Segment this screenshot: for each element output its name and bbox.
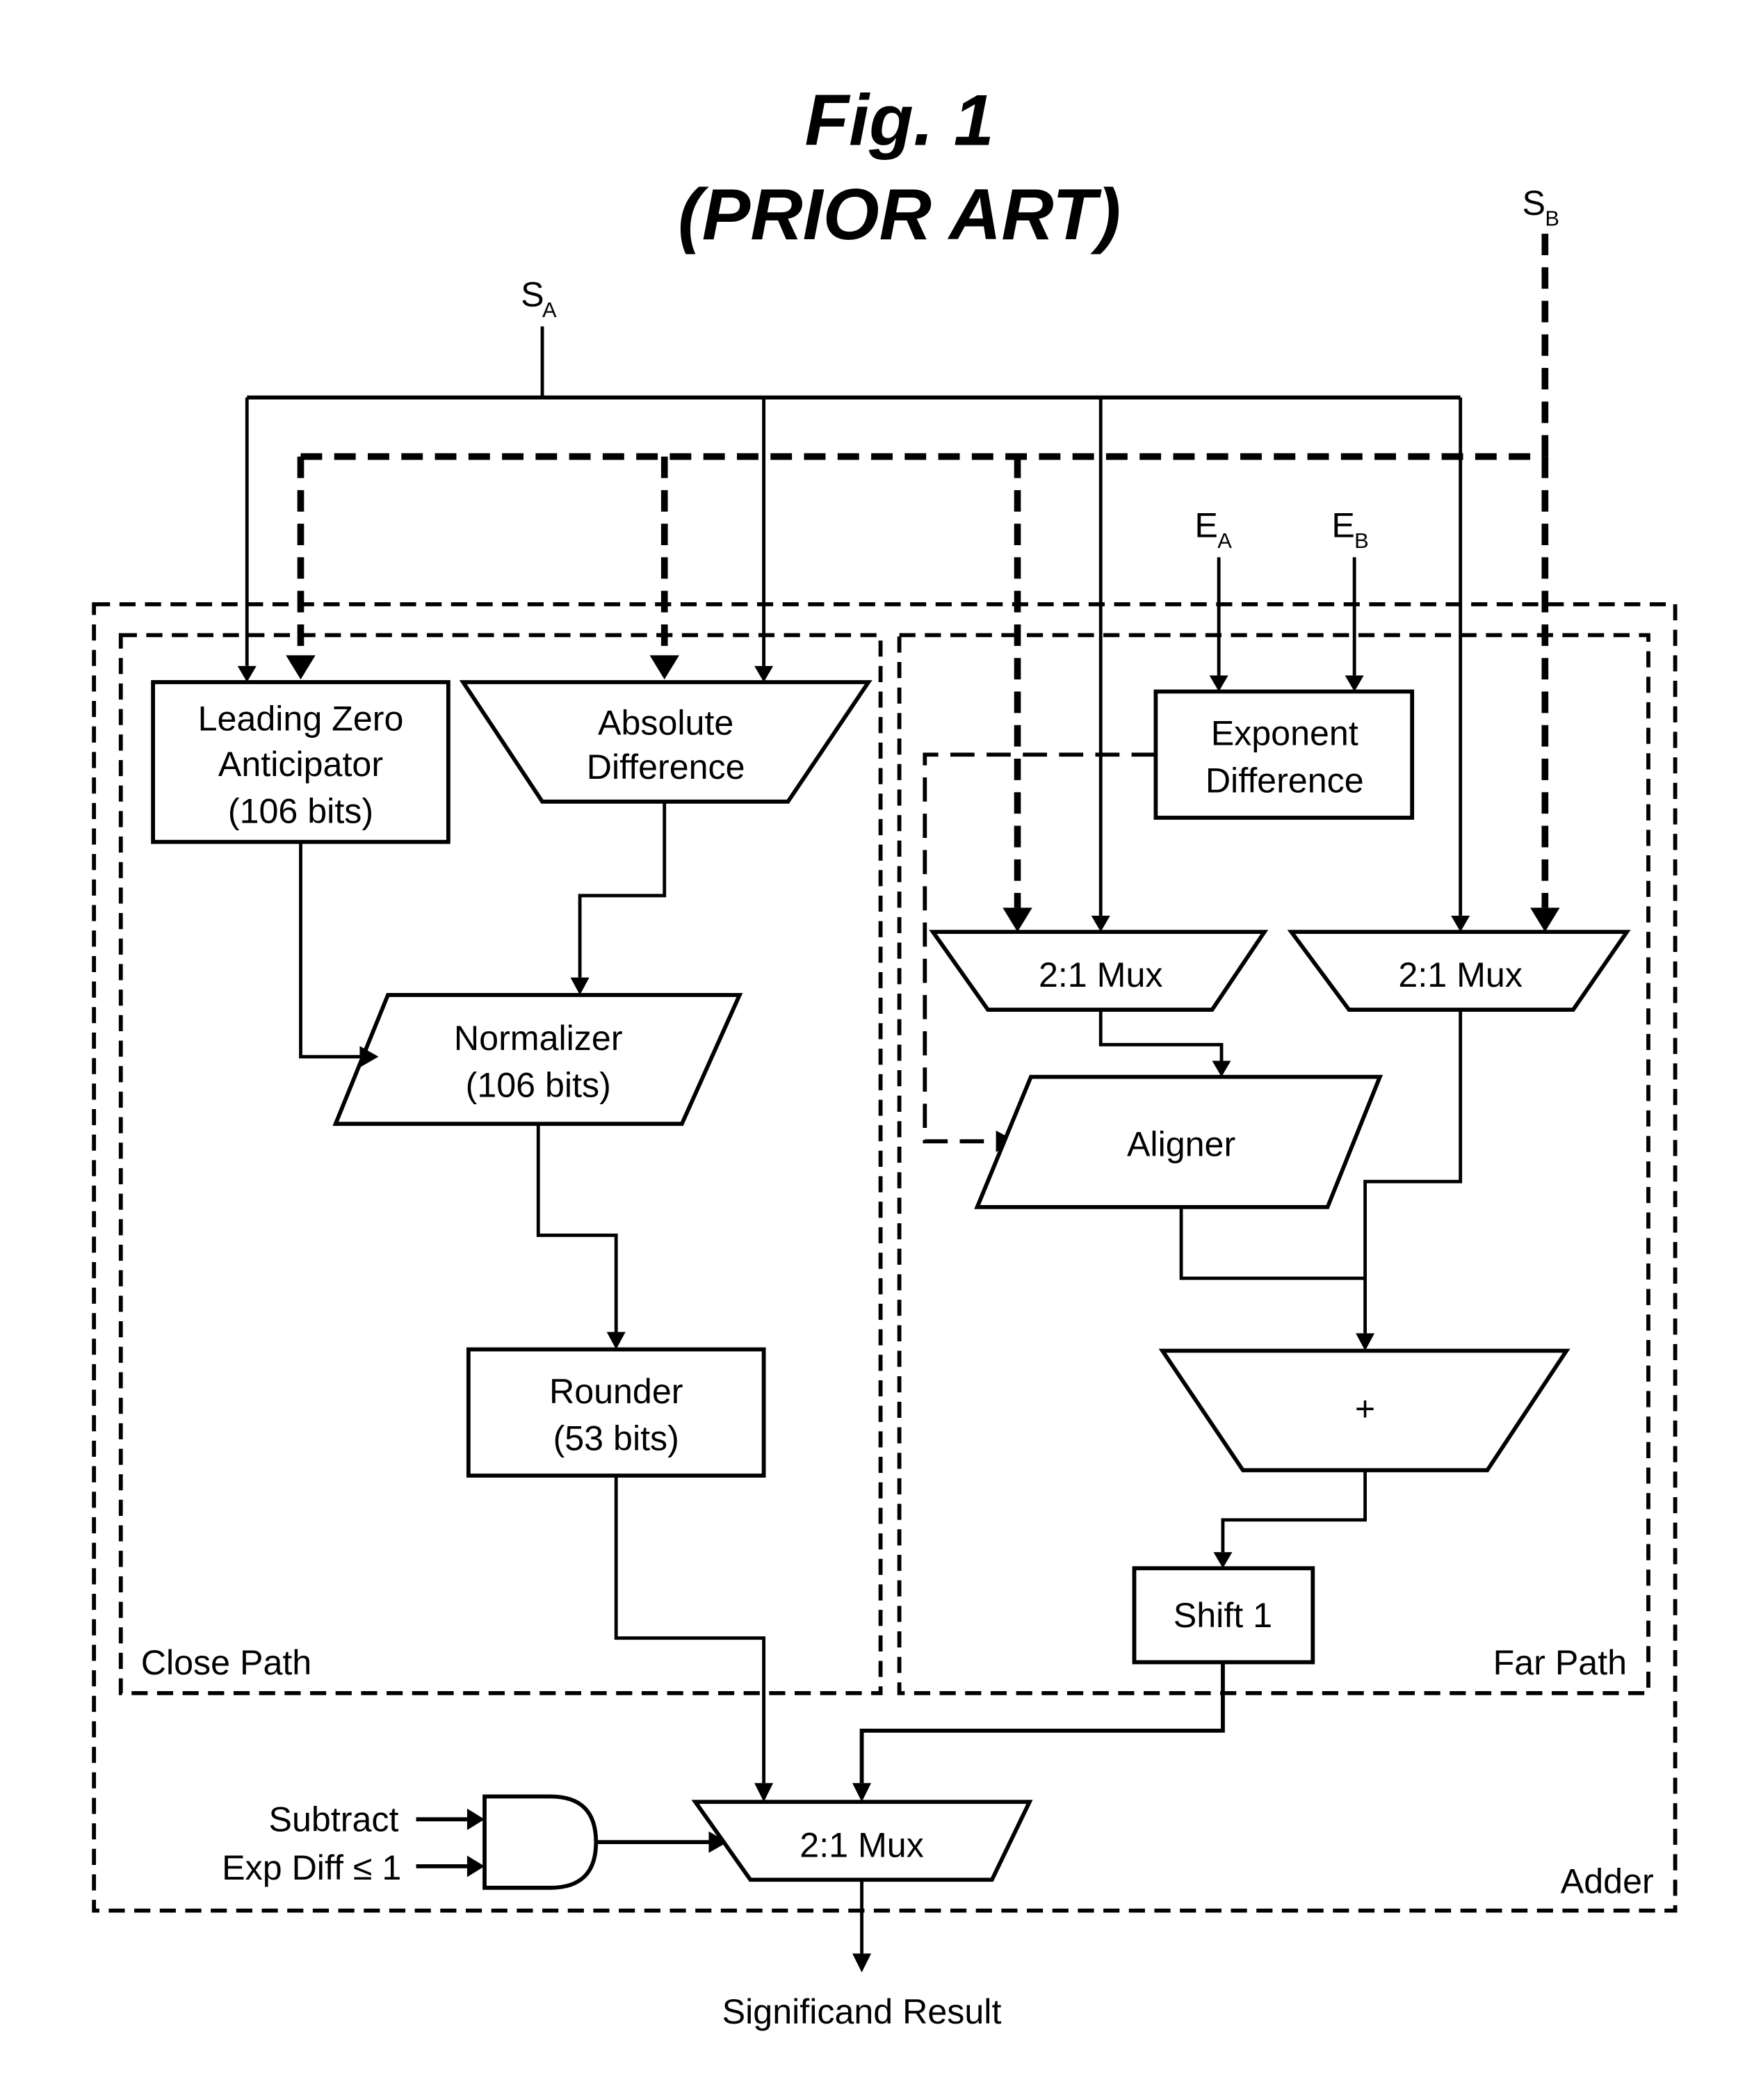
leading-zero-anticipator-block: Leading Zero Anticipator (106 bits) <box>151 680 451 844</box>
svg-text:+: + <box>1355 1389 1375 1428</box>
svg-text:Leading Zero: Leading Zero <box>198 699 404 738</box>
mux-final-block: 2:1 Mux <box>691 1800 1033 1882</box>
figure-title: Fig. 1 <box>804 81 993 161</box>
normalizer-block: Normalizer (106 bits) <box>332 992 743 1126</box>
input-eb-label: E B <box>1331 506 1368 552</box>
svg-text:Difference: Difference <box>1206 761 1364 800</box>
shift-block: Shift 1 <box>1132 1566 1315 1665</box>
mux-right-block: 2:1 Mux <box>1287 930 1631 1012</box>
svg-text:Subtract: Subtract <box>269 1800 399 1839</box>
svg-text:(53 bits): (53 bits) <box>553 1419 679 1457</box>
svg-text:S: S <box>521 275 544 314</box>
svg-text:2:1 Mux: 2:1 Mux <box>1398 955 1523 994</box>
adder-label: Adder <box>1561 1862 1654 1901</box>
svg-text:S: S <box>1522 184 1545 223</box>
svg-text:2:1 Mux: 2:1 Mux <box>1039 955 1163 994</box>
fp-adder-diagram: Fig. 1 (PRIOR ART) S A S B E A E B Close… <box>92 81 1678 2031</box>
aligner-block: Aligner <box>974 1074 1383 1209</box>
svg-text:E: E <box>1331 506 1354 544</box>
input-sb-label: S B <box>1522 184 1559 230</box>
svg-text:Absolute: Absolute <box>598 703 733 742</box>
close-path-wires <box>299 801 774 1802</box>
svg-text:2:1 Mux: 2:1 Mux <box>800 1825 924 1864</box>
mux-left-block: 2:1 Mux <box>929 930 1269 1012</box>
svg-text:B: B <box>1545 207 1559 231</box>
svg-text:Aligner: Aligner <box>1127 1125 1235 1164</box>
input-ea-label: E A <box>1194 506 1232 552</box>
svg-text:Exp Diff ≤ 1: Exp Diff ≤ 1 <box>222 1848 401 1887</box>
exponent-difference-block: Exponent Difference <box>1153 557 1415 820</box>
rounder-block: Rounder (53 bits) <box>466 1347 766 1478</box>
svg-text:Shift 1: Shift 1 <box>1174 1596 1272 1635</box>
svg-text:Difference: Difference <box>587 748 745 786</box>
and-gate: Subtract Exp Diff ≤ 1 <box>222 1794 728 1890</box>
svg-text:Rounder: Rounder <box>549 1372 683 1411</box>
far-path-label: Far Path <box>1493 1643 1627 1682</box>
svg-text:Normalizer: Normalizer <box>454 1019 623 1058</box>
adder-operator-block: + <box>1158 1348 1570 1473</box>
svg-text:Exponent: Exponent <box>1211 714 1358 753</box>
figure-subtitle: (PRIOR ART) <box>678 175 1121 255</box>
significand-result-label: Significand Result <box>722 1992 1002 2031</box>
svg-text:A: A <box>542 298 557 322</box>
output-wire <box>852 1880 872 1973</box>
close-path-label: Close Path <box>141 1643 311 1682</box>
svg-text:B: B <box>1354 528 1369 553</box>
svg-text:Anticipator: Anticipator <box>218 745 383 784</box>
input-sa-label: S A <box>521 275 557 321</box>
svg-text:(106 bits): (106 bits) <box>466 1066 611 1105</box>
svg-text:A: A <box>1217 528 1232 553</box>
svg-text:(106 bits): (106 bits) <box>228 792 373 831</box>
absolute-difference-block: Absolute Difference <box>459 680 873 804</box>
svg-text:E: E <box>1194 506 1217 544</box>
